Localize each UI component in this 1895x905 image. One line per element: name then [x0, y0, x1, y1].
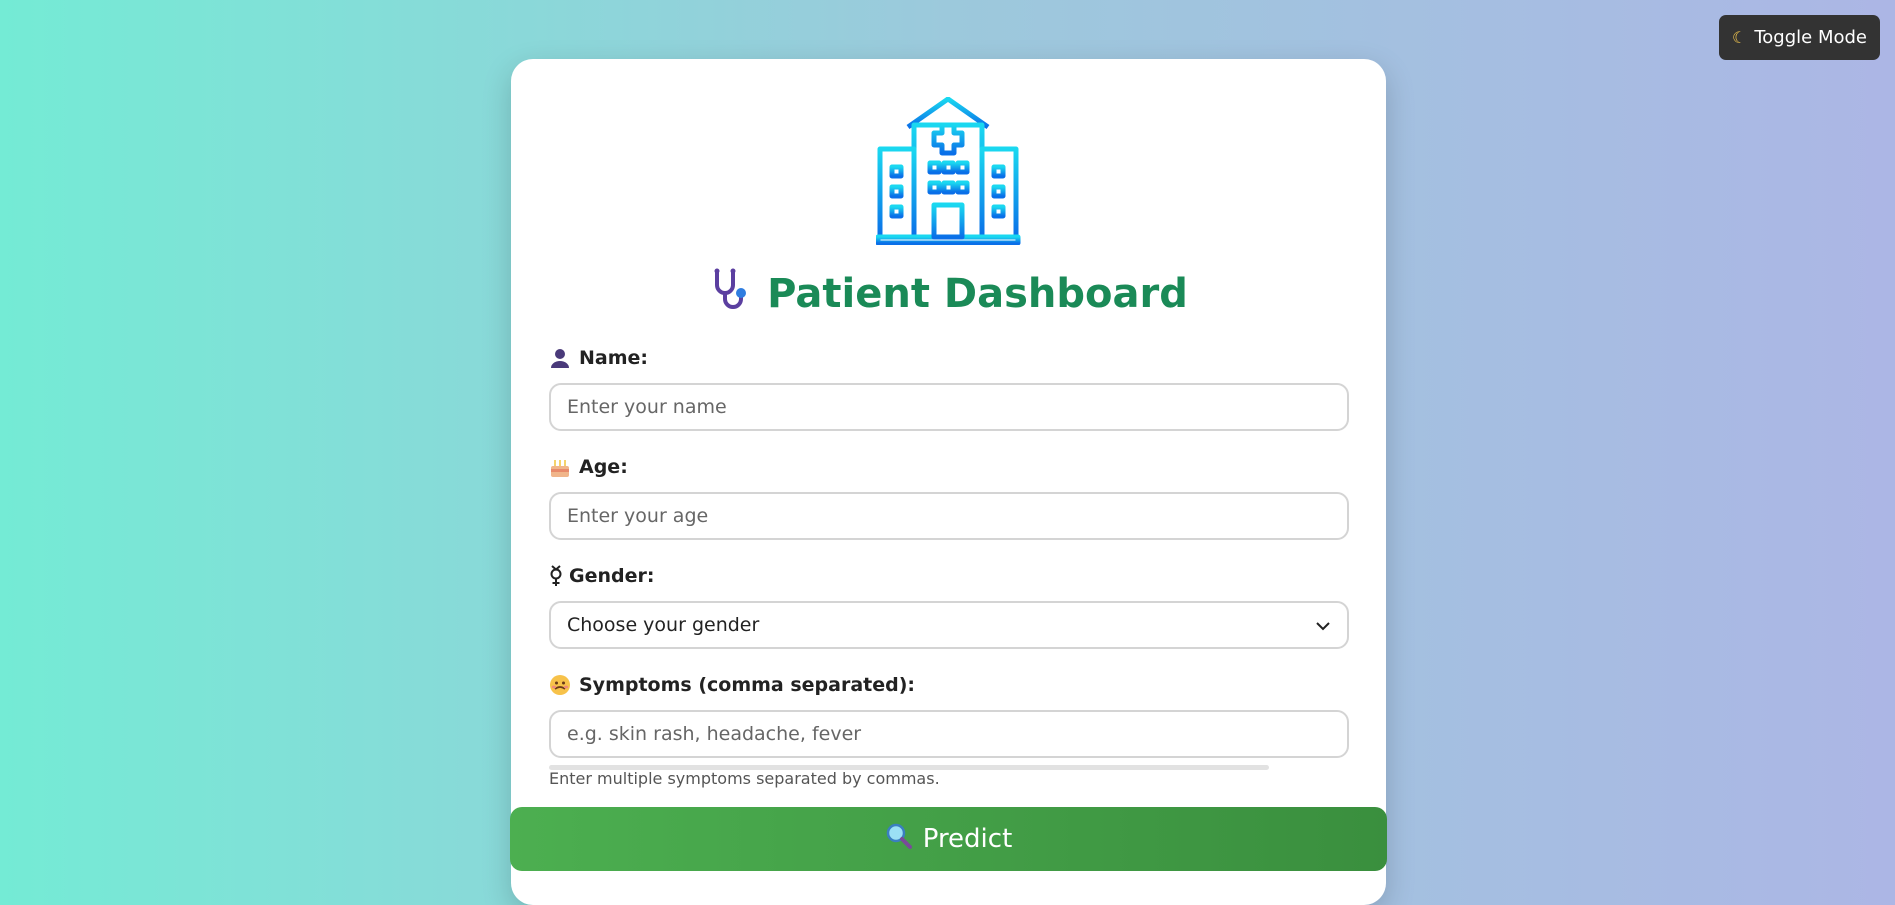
person-icon — [549, 347, 571, 369]
hospital-icon — [875, 96, 1021, 246]
page-title: Patient Dashboard — [511, 264, 1386, 324]
symptoms-input[interactable] — [549, 710, 1349, 758]
gender-icon — [549, 565, 562, 587]
chevron-down-icon — [1315, 614, 1331, 636]
sick-face-icon — [549, 674, 571, 696]
gender-select[interactable]: Choose your gender — [549, 601, 1349, 649]
gender-label: Gender: — [549, 562, 654, 590]
patient-form-card: Patient Dashboard Name: Age: — [510, 59, 1387, 905]
name-input[interactable] — [549, 383, 1349, 431]
toggle-mode-label: Toggle Mode — [1754, 27, 1867, 48]
age-input[interactable] — [549, 492, 1349, 540]
toggle-mode-button[interactable]: ☾ Toggle Mode — [1719, 15, 1880, 60]
stethoscope-icon — [709, 267, 753, 321]
moon-icon: ☾ — [1732, 28, 1747, 47]
gender-selected-value: Choose your gender — [567, 614, 760, 636]
symptoms-label: Symptoms (comma separated): — [549, 671, 915, 699]
title-text: Patient Dashboard — [767, 271, 1188, 317]
magnifier-icon — [885, 822, 913, 857]
predict-label: Predict — [922, 824, 1013, 854]
cake-icon — [549, 456, 571, 478]
name-label: Name: — [549, 344, 648, 372]
predict-button[interactable]: Predict — [510, 807, 1387, 871]
age-label: Age: — [549, 453, 628, 481]
symptoms-hint: Enter multiple symptoms separated by com… — [549, 769, 940, 788]
